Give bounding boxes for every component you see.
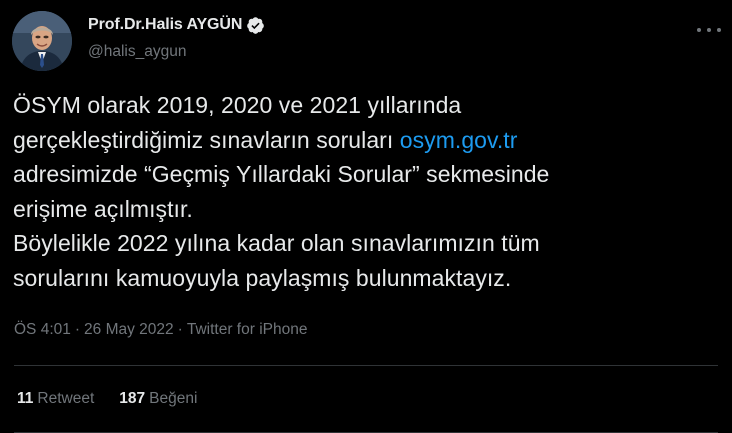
retweet-count: 11	[17, 390, 34, 407]
author-handle[interactable]: @halis_aygun	[88, 43, 186, 61]
tweet-date[interactable]: 26 May 2022	[84, 321, 174, 338]
osym-link[interactable]: osym.gov.tr	[400, 127, 518, 153]
retweet-label: Retweet	[37, 390, 95, 407]
tweet-text-segment: gerçekleştirdiğimiz sınavların soruları	[13, 126, 400, 153]
author-name-row[interactable]: Prof.Dr.Halis AYGÜN	[88, 14, 265, 36]
tweet-text-segment: ÖSYM olarak 2019, 2020 ve 2021 yıllarınd…	[13, 92, 462, 118]
divider	[14, 365, 718, 366]
meta-separator: ·	[74, 321, 81, 338]
more-dot	[707, 28, 711, 32]
tweet-text-segment: adresimizde “Geçmiş Yıllardaki Sorular” …	[13, 161, 550, 187]
verified-badge-icon	[246, 16, 265, 35]
tweet-card: Prof.Dr.Halis AYGÜN @halis_aygun ÖSYM ol…	[0, 0, 732, 433]
tweet-text-line: adresimizde “Geçmiş Yıllardaki Sorular” …	[13, 157, 718, 192]
tweet-text-segment: erişime açılmıştır.	[13, 195, 193, 222]
tweet-time[interactable]: ÖS 4:01	[14, 321, 71, 338]
more-options-icon[interactable]	[697, 20, 721, 40]
more-dot	[717, 28, 721, 32]
tweet-text-segment: Böylelikle 2022 yılına kadar olan sınavl…	[13, 230, 540, 256]
author-display-name[interactable]: Prof.Dr.Halis AYGÜN	[88, 16, 242, 34]
tweet-text-line: Böylelikle 2022 yılına kadar olan sınavl…	[13, 226, 718, 261]
tweet-source[interactable]: Twitter for iPhone	[187, 321, 308, 338]
meta-separator: ·	[177, 321, 183, 338]
tweet-text-line: gerçekleştirdiğimiz sınavların soruları …	[13, 123, 718, 158]
tweet-text-segment: sorularını kamuoyuyla paylaşmış bulunmak…	[13, 264, 512, 291]
tweet-text-line: sorularını kamuoyuyla paylaşmış bulunmak…	[13, 261, 718, 296]
tweet-text-line: ÖSYM olarak 2019, 2020 ve 2021 yıllarınd…	[13, 88, 718, 123]
tweet-text-line: erişime açılmıştır.	[13, 192, 718, 227]
more-dot	[697, 28, 701, 32]
like-count: 187	[119, 390, 146, 407]
like-label: Beğeni	[149, 390, 198, 407]
retweet-stat[interactable]: 11 Retweet	[17, 390, 94, 408]
like-stat[interactable]: 187 Beğeni	[119, 390, 197, 408]
tweet-stats: 11 Retweet 187 Beğeni	[17, 390, 222, 408]
tweet-meta: ÖS 4:01 · 26 May 2022 · Twitter for iPhone	[14, 321, 307, 339]
tweet-text: ÖSYM olarak 2019, 2020 ve 2021 yıllarınd…	[13, 88, 718, 295]
avatar[interactable]	[12, 11, 72, 71]
